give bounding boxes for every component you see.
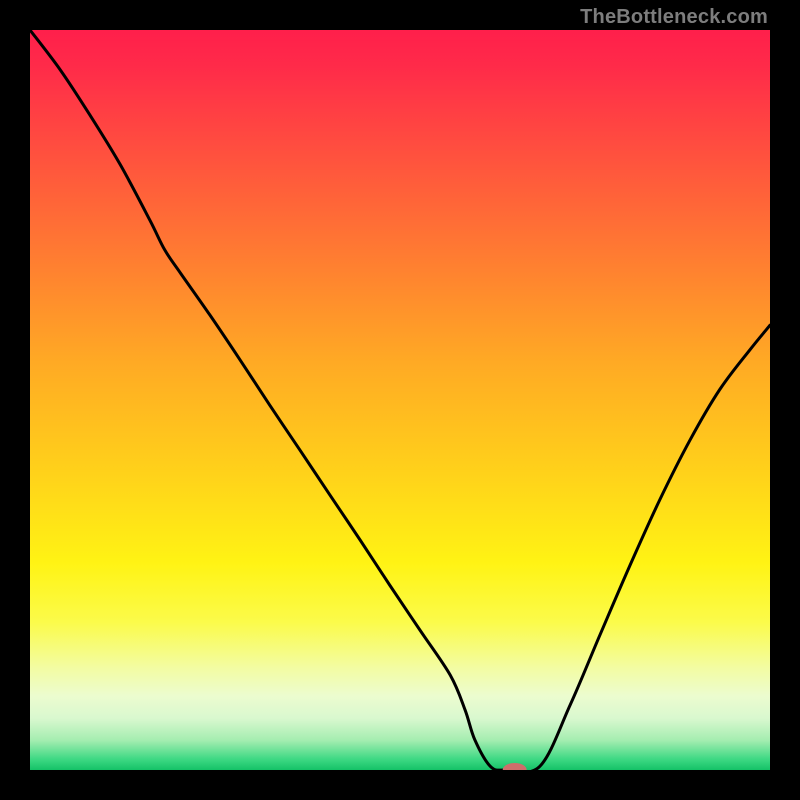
gradient-background bbox=[30, 30, 770, 770]
chart-svg bbox=[30, 30, 770, 770]
plot-area bbox=[30, 30, 770, 770]
chart-frame: TheBottleneck.com bbox=[0, 0, 800, 800]
watermark-text: TheBottleneck.com bbox=[580, 6, 768, 29]
